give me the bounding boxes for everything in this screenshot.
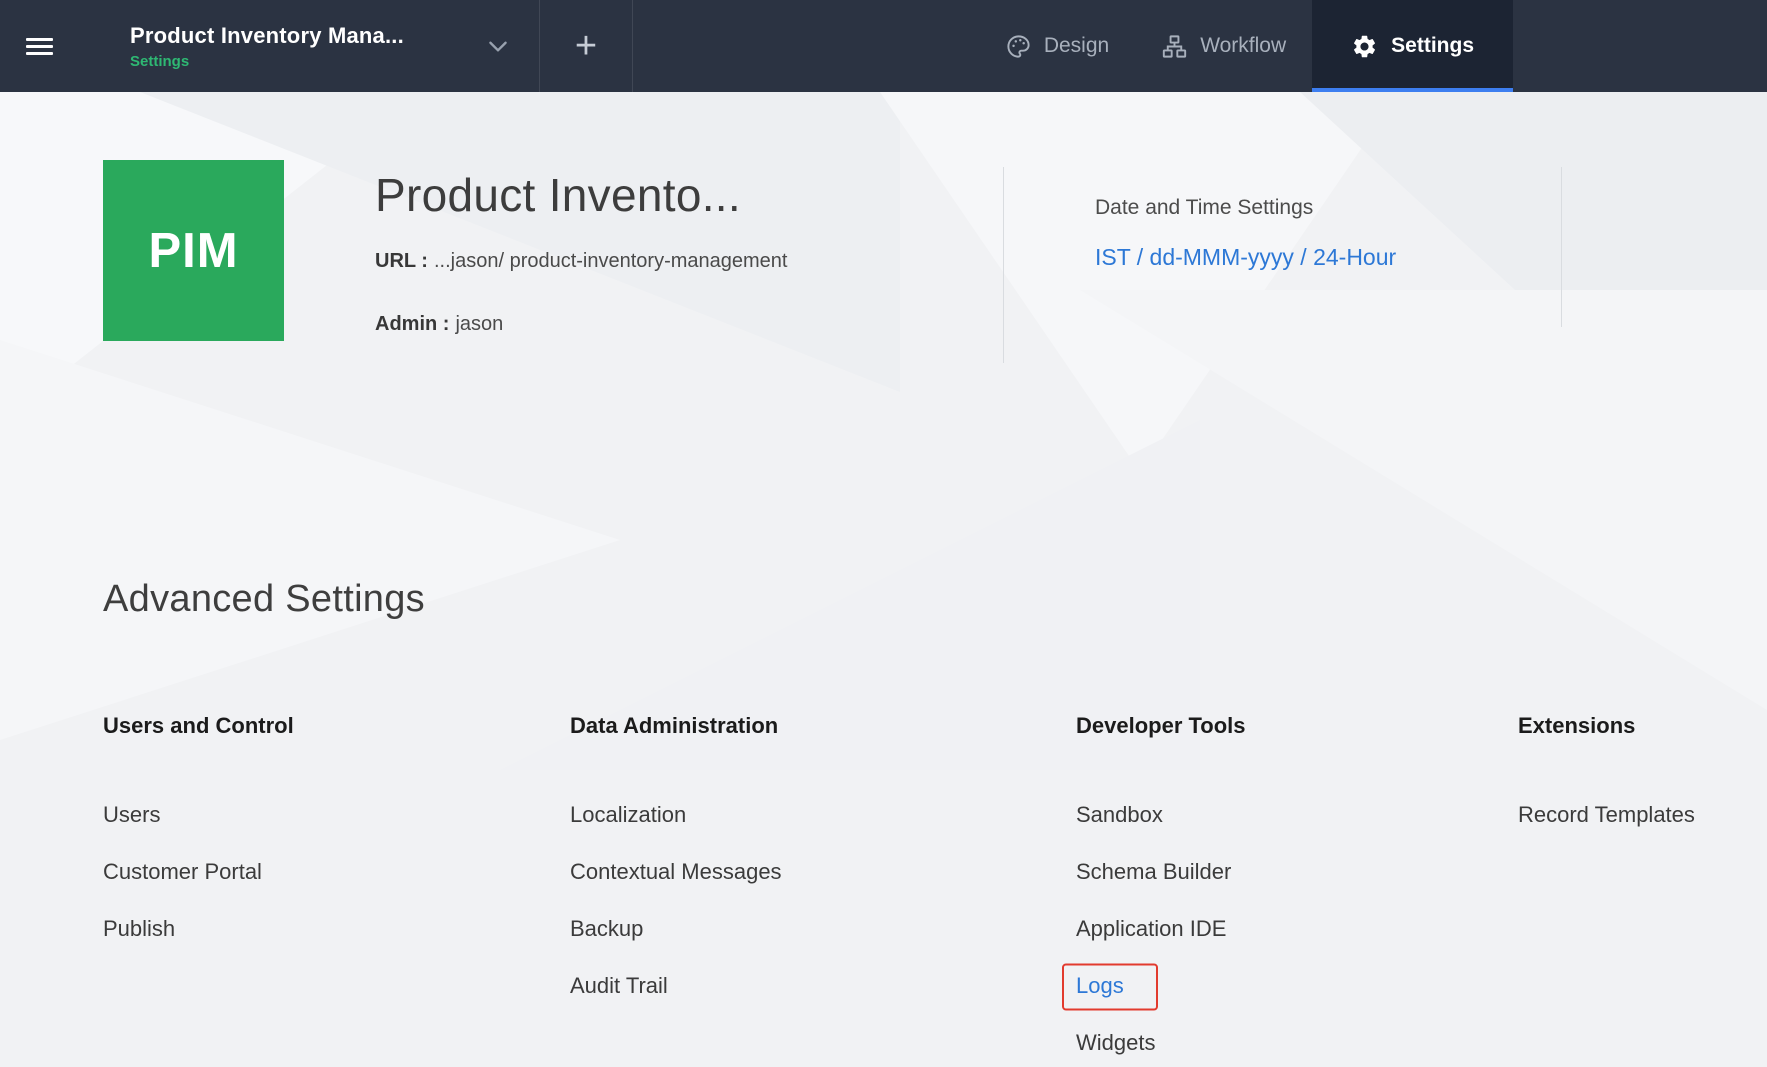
background-pattern [1300,92,1767,522]
admin-value: jason [455,312,504,335]
list-item: Customer Portal [103,858,570,888]
add-app-button[interactable]: + [540,0,632,92]
datetime-format-link[interactable]: IST / dd-MMM-yyyy / 24-Hour [1095,244,1396,270]
app-info: Product Invento... URL : ...jason/ produc… [375,170,787,337]
design-palette-icon [1005,33,1032,60]
column-heading: Extensions [1518,713,1636,738]
vertical-divider [1561,167,1562,327]
column-heading: Data Administration [570,713,779,738]
workflow-sitemap-icon [1161,33,1188,60]
list-item: Publish [103,915,570,945]
section-title-advanced-settings: Advanced Settings [103,578,425,620]
nav-design[interactable]: Design [979,0,1135,92]
chevron-down-icon [485,33,511,59]
link-backup[interactable]: Backup [570,916,643,941]
link-application-ide[interactable]: Application IDE [1076,916,1226,941]
tab-settings-label: Settings [1391,34,1474,57]
nav-workflow-label: Workflow [1200,34,1287,57]
topbar-nav: Design Workflow Settings [979,0,1513,92]
link-users[interactable]: Users [103,802,160,827]
app-subtitle: Settings [130,52,190,70]
list-item: Localization [570,801,1076,831]
link-customer-portal[interactable]: Customer Portal [103,859,262,884]
settings-columns: Users and Control Users Customer Portal … [103,712,1767,1067]
tab-settings[interactable]: Settings [1312,0,1513,92]
list-item: Users [103,801,570,831]
app-title-block: Product Inventory Mana... Settings [130,23,404,70]
gear-icon [1351,33,1378,60]
list-item: Widgets [1076,1029,1518,1059]
list-item: Logs [1062,963,1518,1011]
link-publish[interactable]: Publish [103,916,175,941]
list-item: Record Templates [1518,801,1767,831]
vertical-divider [1003,167,1004,363]
list-item: Sandbox [1076,801,1518,831]
link-widgets[interactable]: Widgets [1076,1030,1155,1055]
background-pattern [880,92,1400,472]
hamburger-icon [26,34,104,59]
app-logo: PIM [103,160,284,341]
column-data-administration: Data Administration Localization Context… [570,712,1076,1067]
admin-label: Admin : [375,312,450,335]
column-developer-tools: Developer Tools Sandbox Schema Builder A… [1062,712,1518,1067]
list-item: Audit Trail [570,972,1076,1002]
topbar-divider [632,0,633,92]
plus-icon: + [574,24,598,67]
app-admin-row: Admin : jason [375,312,787,337]
link-schema-builder[interactable]: Schema Builder [1076,859,1231,884]
list-item: Contextual Messages [570,858,1076,888]
link-contextual-messages[interactable]: Contextual Messages [570,859,782,884]
list-item: Schema Builder [1076,858,1518,888]
column-extensions: Extensions Record Templates [1518,712,1767,1067]
link-audit-trail[interactable]: Audit Trail [570,973,668,998]
page: Product Inventory Mana... Settings + Des… [0,0,1767,1067]
url-label: URL : [375,249,428,272]
nav-design-label: Design [1043,34,1110,57]
background-pattern [1080,290,1767,710]
background-pattern [0,340,620,740]
nav-workflow[interactable]: Workflow [1135,0,1312,92]
topbar: Product Inventory Mana... Settings + Des… [0,0,1767,92]
link-sandbox[interactable]: Sandbox [1076,802,1163,827]
list-item: Backup [570,915,1076,945]
link-logs[interactable]: Logs [1076,973,1124,998]
column-heading: Developer Tools [1076,713,1246,738]
datetime-title: Date and Time Settings [1095,196,1314,219]
app-url-row: URL : ...jason/ product-inventory-managem… [375,249,787,274]
app-title: Product Inventory Mana... [130,22,404,48]
column-heading: Users and Control [103,713,294,738]
app-logo-text: PIM [148,223,239,278]
page-title: Product Invento... [375,169,741,221]
list-item: Application IDE [1076,915,1518,945]
column-users-and-control: Users and Control Users Customer Portal … [103,712,570,1067]
hamburger-menu-button[interactable] [0,0,104,92]
app-switcher[interactable]: Product Inventory Mana... Settings [104,0,539,92]
datetime-settings: Date and Time Settings IST / dd-MMM-yyyy… [1095,196,1396,270]
link-record-templates[interactable]: Record Templates [1518,802,1695,827]
url-value: ...jason/ product-inventory-management [433,249,788,272]
link-localization[interactable]: Localization [570,802,686,827]
